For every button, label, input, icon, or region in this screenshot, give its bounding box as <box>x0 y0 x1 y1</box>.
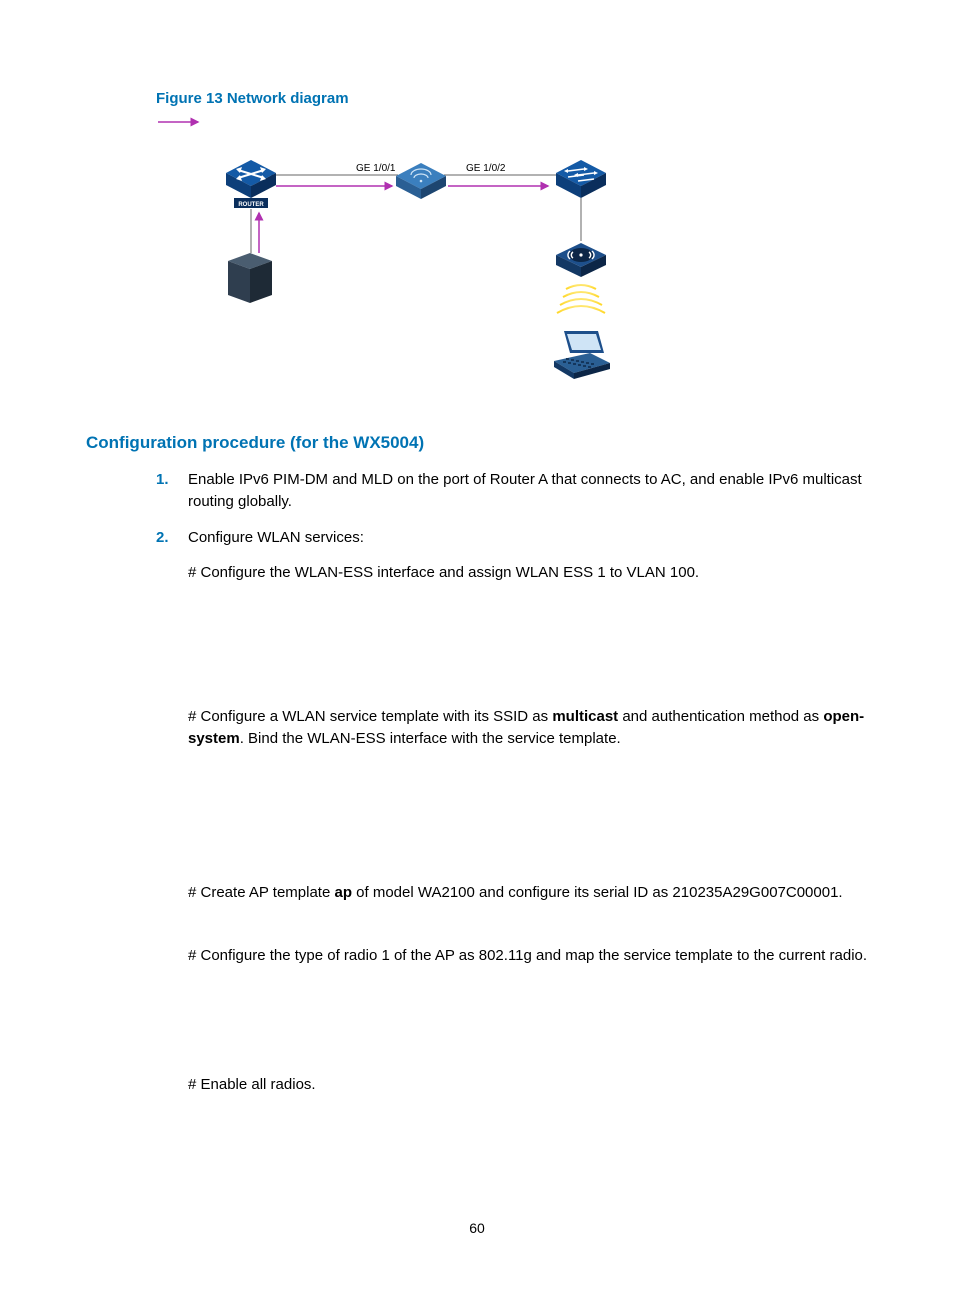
para-4: # Configure the type of radio 1 of the A… <box>188 945 868 967</box>
p2b: multicast <box>552 708 618 725</box>
p3c: of model WA2100 and configure its serial… <box>352 884 843 901</box>
para-1: # Configure the WLAN-ESS interface and a… <box>188 562 868 584</box>
server-icon <box>228 253 272 303</box>
ge-label-1: GE 1/0/1 <box>356 163 396 174</box>
ap-icon <box>556 243 606 277</box>
para-5: # Enable all radios. <box>188 1074 868 1096</box>
para-2: # Configure a WLAN service template with… <box>188 706 868 750</box>
wifi-waves-icon <box>557 285 605 313</box>
page-number: 60 <box>0 1220 954 1236</box>
section-heading: Configuration procedure (for the WX5004) <box>86 433 868 453</box>
para-3: # Create AP template ap of model WA2100 … <box>188 882 868 904</box>
step-1-text: Enable IPv6 PIM-DM and MLD on the port o… <box>188 471 862 510</box>
step-2: Configure WLAN services: <box>156 527 868 549</box>
arrow-decor <box>156 115 868 133</box>
p2e: . Bind the WLAN-ESS interface with the s… <box>240 730 621 747</box>
router-label: ROUTER <box>238 202 264 208</box>
p3a: # Create AP template <box>188 884 334 901</box>
network-diagram: GE 1/0/1 GE 1/0/2 ROUTER <box>156 133 868 403</box>
step-2-text: Configure WLAN services: <box>188 529 364 546</box>
ac-icon <box>396 163 446 199</box>
laptop-icon <box>554 331 610 379</box>
figure-caption: Figure 13 Network diagram <box>156 90 868 107</box>
ge-label-2: GE 1/0/2 <box>466 163 506 174</box>
p3b: ap <box>334 884 352 901</box>
p2c: and authentication method as <box>618 708 823 725</box>
switch-icon <box>556 160 606 198</box>
step-1: Enable IPv6 PIM-DM and MLD on the port o… <box>156 469 868 513</box>
p2a: # Configure a WLAN service template with… <box>188 708 552 725</box>
router-icon: ROUTER <box>226 160 276 208</box>
